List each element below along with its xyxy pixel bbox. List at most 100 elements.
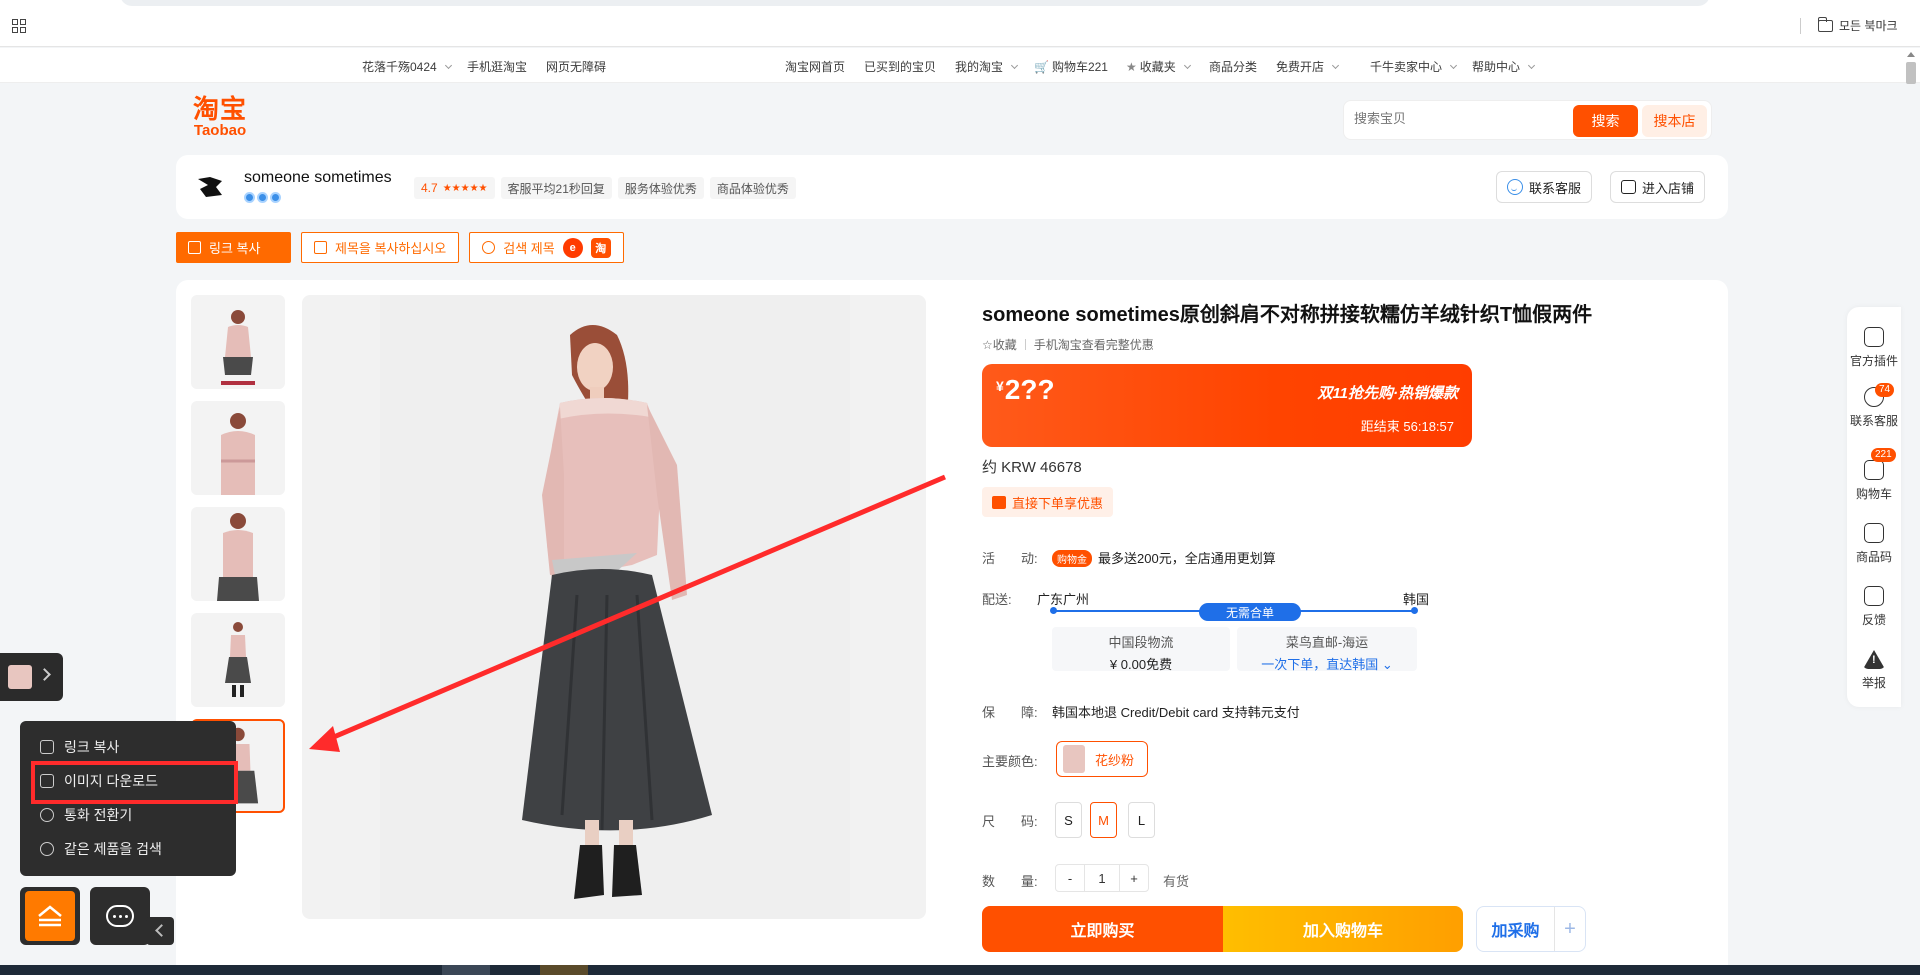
tool-report[interactable]: 举报 [1847,650,1901,691]
mobile-promo-link[interactable]: 手机淘宝查看完整优惠 [1034,336,1154,353]
all-bookmarks-folder[interactable]: 모든 북마크 [1817,16,1898,34]
nav-open-store-label: 免费开店 [1276,60,1325,74]
thumbnail[interactable] [191,401,285,495]
tool-service[interactable]: 联系客服 74 [1847,383,1901,429]
scrollbar-thumb[interactable] [1906,62,1916,84]
rating-value: 4.7 [421,181,438,195]
bookmarks-divider [1800,18,1801,34]
address-bar[interactable] [120,0,1710,6]
folder-icon [1817,16,1833,32]
search-button[interactable]: 搜索 [1573,105,1638,137]
ship-card-cainiao[interactable]: 菜鸟直邮-海运 一次下单，直达韩国 ⌄ [1237,627,1417,672]
collapse-chevron-icon[interactable] [146,917,174,945]
size-option-s[interactable]: S [1055,802,1082,838]
shop-logo[interactable] [196,175,224,199]
nav-help[interactable]: 帮助中心 [1472,58,1536,75]
taobao-mini-icon[interactable]: 淘 [590,237,611,258]
taskbar-app[interactable] [442,965,490,975]
favorite-link[interactable]: ☆收藏 [982,336,1017,353]
menu-currency[interactable]: 통화 전환기 [40,805,132,825]
quantity-stepper: - 1 + [1055,864,1149,892]
puzzle-icon [1864,327,1884,347]
nav-home[interactable]: 淘宝网首页 [785,58,845,75]
quantity-minus-button[interactable]: - [1056,865,1084,891]
quantity-input[interactable]: 1 [1084,865,1120,891]
tool-cart-label: 购物车 [1855,487,1892,501]
size-option-l[interactable]: L [1128,802,1155,838]
ship-chip: 无需合单 [1199,603,1301,621]
aliexpress-icon[interactable]: e [562,237,583,258]
tool-service-label: 联系客服 [1849,414,1898,428]
extension-chat-button[interactable] [90,887,150,945]
contact-service-button[interactable]: 联系客服 [1496,171,1593,203]
menu-currency-label: 통화 전환기 [64,807,133,823]
image-picker-widget[interactable] [0,653,63,701]
nav-my-taobao-label: 我的淘宝 [955,60,1004,74]
shop-name[interactable]: someone sometimes [244,169,392,187]
scroll-up-arrow[interactable] [1907,52,1915,57]
tool-cart[interactable]: 购物车 221 [1847,448,1901,502]
nav-mobile[interactable]: 手机逛淘宝 [467,58,527,75]
nav-favorites[interactable]: ★ 收藏夹 [1126,58,1191,75]
copy-link-button[interactable]: 링크 복사 [176,232,291,263]
tool-plugin[interactable]: 官方插件 [1847,327,1901,369]
chevron-right-icon[interactable] [38,668,51,681]
nav-categories-label: 商品分类 [1209,60,1258,74]
copy-link-label: 링크 복사 [209,241,261,256]
chevron-down-icon: ⌄ [1381,657,1393,672]
nav-accessibility[interactable]: 网页无障碍 [546,58,606,75]
buy-now-button[interactable]: 立即购买 [982,906,1223,952]
extension-home-button[interactable] [20,887,80,945]
thumbnail[interactable] [191,613,285,707]
copy-title-button[interactable]: 제목을 복사하십시오 [301,232,460,263]
service-badge: 74 [1875,383,1895,397]
coupon-badge[interactable]: 直接下单享优惠 [982,487,1114,517]
star-outline-icon: ☆ [982,338,993,352]
tool-feedback[interactable]: 反馈 [1847,586,1901,628]
activity-value: 购物金 最多送200元，全店通用更划算 [1052,548,1276,567]
menu-search-same[interactable]: 같은 제품을 검색 [40,839,162,859]
add-to-cart-button[interactable]: 加入购物车 [1223,906,1463,952]
shop-tags: 4.7 ★★★★★ 客服平均21秒回复 服务体验优秀 商品体验优秀 [414,177,796,199]
taobao-logo[interactable]: 淘宝 Taobao [193,96,247,138]
menu-copy-link[interactable]: 링크 복사 [40,737,119,757]
nav-seller-center[interactable]: 千牛卖家中心 [1370,58,1458,75]
search-title-button[interactable]: 검색 제목 e 淘 [469,232,624,263]
logo-en: Taobao [193,122,247,139]
stock-status: 有货 [1163,874,1190,889]
tool-qrcode-label: 商品码 [1855,550,1892,564]
bookmarks-bar: 모든 북마크 [0,0,1920,47]
nav-user[interactable]: 花落千殇0424 [362,58,452,75]
tool-qrcode[interactable]: 商品码 [1847,523,1901,565]
site-nav: 花落千殇0424 手机逛淘宝 网页无障碍 淘宝网首页 已买到的宝贝 我的淘宝 🛒… [0,48,1920,83]
add-purchase-button[interactable]: 加采购 [1477,907,1555,951]
ship-from: 广东广州 [1037,592,1090,607]
quantity-plus-button[interactable]: + [1120,865,1148,891]
color-option[interactable]: 花纱粉 [1056,741,1148,777]
nav-my-taobao[interactable]: 我的淘宝 [955,58,1019,75]
purchase-plus-button[interactable]: + [1555,907,1585,951]
thumbnail[interactable] [191,507,285,601]
apps-grid-icon[interactable] [12,19,26,33]
guarantee-label: 保 障: [982,705,1038,720]
qrcode-icon [1864,523,1884,543]
side-toolbar: 官方插件 联系客服 74 购物车 221 商品码 反馈 举报 [1847,307,1901,707]
search-input[interactable] [1354,111,1554,126]
nav-open-store[interactable]: 免费开店 [1276,58,1340,75]
price: ¥2?? [996,374,1055,406]
nav-categories[interactable]: 商品分类 [1209,58,1257,75]
price-value: 2?? [1004,374,1055,405]
nav-cart[interactable]: 🛒 购物车221 [1034,58,1108,75]
main-product-image[interactable] [302,295,926,919]
enter-store-button[interactable]: 进入店铺 [1610,171,1706,203]
search-store-button[interactable]: 搜本店 [1642,105,1707,137]
taskbar-app[interactable] [540,965,588,975]
chevron-down-icon [1449,61,1458,69]
currency-symbol: ¥ [996,378,1004,394]
route-start-dot [1050,607,1057,614]
thumbnail[interactable] [191,295,285,389]
size-option-m[interactable]: M [1090,802,1117,838]
ship-card-title: 中国段物流 [1108,635,1174,650]
nav-bought[interactable]: 已买到的宝贝 [864,58,936,75]
home-icon [25,891,75,941]
